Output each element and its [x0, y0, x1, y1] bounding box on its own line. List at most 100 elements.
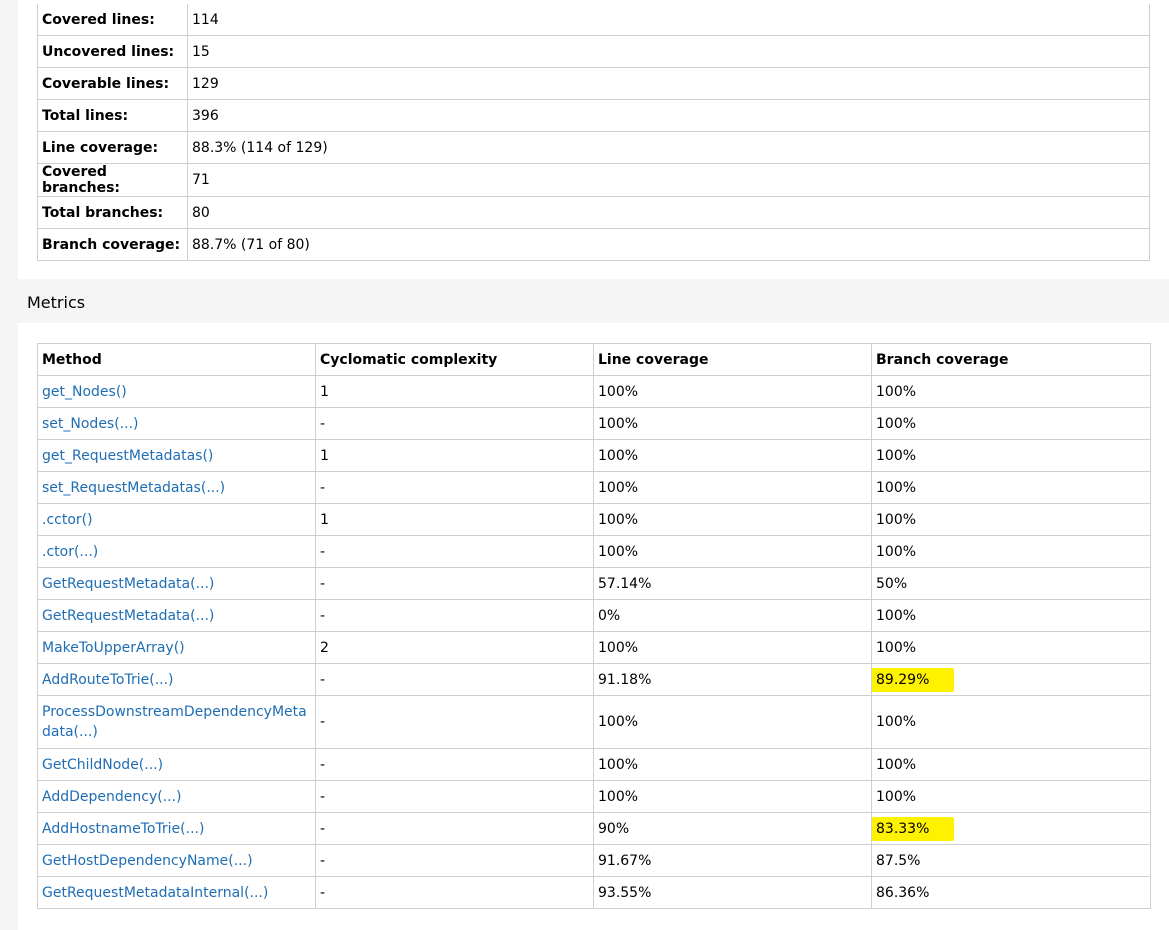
complexity-cell: - — [315, 780, 594, 813]
metrics-section-title: Metrics — [27, 293, 86, 312]
line-coverage-cell: 100% — [593, 439, 872, 472]
line-coverage-cell: 91.18% — [593, 663, 872, 696]
method-link[interactable]: .ctor(...) — [42, 544, 98, 560]
branch-coverage-cell: 100% — [871, 535, 1151, 568]
complexity-cell: - — [315, 471, 594, 504]
line-coverage-cell: 100% — [593, 748, 872, 781]
table-row: Uncovered lines: 15 — [37, 35, 1150, 68]
summary-key: Branch coverage: — [37, 228, 188, 261]
complexity-cell: - — [315, 407, 594, 440]
method-link[interactable]: get_Nodes() — [42, 384, 127, 400]
complexity-cell: 1 — [315, 439, 594, 472]
summary-key: Line coverage: — [37, 131, 188, 164]
summary-value: 80 — [187, 196, 1150, 229]
summary-value: 15 — [187, 35, 1150, 68]
branch-coverage-cell: 100% — [871, 695, 1151, 749]
complexity-cell: - — [315, 876, 594, 909]
method-link[interactable]: MakeToUpperArray() — [42, 640, 185, 656]
summary-key: Uncovered lines: — [37, 35, 188, 68]
highlighted-branch-coverage: 89.29% — [872, 667, 955, 692]
column-header-line-coverage: Line coverage — [593, 343, 872, 376]
column-header-branch-coverage: Branch coverage — [871, 343, 1151, 376]
table-row: Coverable lines: 129 — [37, 67, 1150, 100]
table-row: AddDependency(...) - 100% 100% — [37, 780, 1151, 813]
table-row: Branch coverage: 88.7% (71 of 80) — [37, 228, 1150, 261]
line-coverage-cell: 0% — [593, 599, 872, 632]
summary-value: 71 — [187, 163, 1150, 197]
method-link[interactable]: GetChildNode(...) — [42, 757, 163, 773]
summary-key: Covered lines: — [37, 4, 188, 36]
table-row: .cctor() 1 100% 100% — [37, 503, 1151, 536]
summary-table: Covered lines: 114 Uncovered lines: 15 Cov… — [37, 4, 1150, 261]
table-row: GetRequestMetadataInternal(...) - 93.55%… — [37, 876, 1151, 909]
method-link[interactable]: AddDependency(...) — [42, 789, 182, 805]
table-row: GetRequestMetadata(...) - 57.14% 50% — [37, 567, 1151, 600]
table-row: set_RequestMetadatas(...) - 100% 100% — [37, 471, 1151, 504]
line-coverage-cell: 100% — [593, 631, 872, 664]
table-row: AddHostnameToTrie(...) - 90% 83.33% — [37, 812, 1151, 845]
summary-value: 88.7% (71 of 80) — [187, 228, 1150, 261]
table-row: AddRouteToTrie(...) - 91.18% 89.29% — [37, 663, 1151, 696]
branch-coverage-cell: 100% — [871, 503, 1151, 536]
table-row: Line coverage: 88.3% (114 of 129) — [37, 131, 1150, 164]
summary-key: Covered branches: — [37, 163, 188, 197]
complexity-cell: 1 — [315, 375, 594, 408]
method-link[interactable]: GetRequestMetadata(...) — [42, 608, 214, 624]
highlighted-branch-coverage: 83.33% — [872, 816, 955, 841]
method-link[interactable]: GetHostDependencyName(...) — [42, 853, 253, 869]
metrics-table: Method Cyclomatic complexity Line covera… — [37, 343, 1151, 909]
line-coverage-cell: 57.14% — [593, 567, 872, 600]
method-link[interactable]: GetRequestMetadataInternal(...) — [42, 885, 268, 901]
line-coverage-cell: 100% — [593, 535, 872, 568]
summary-value: 129 — [187, 67, 1150, 100]
complexity-cell: - — [315, 567, 594, 600]
branch-coverage-cell: 87.5% — [871, 844, 1151, 877]
table-row: MakeToUpperArray() 2 100% 100% — [37, 631, 1151, 664]
line-coverage-cell: 91.67% — [593, 844, 872, 877]
table-header-row: Method Cyclomatic complexity Line covera… — [37, 343, 1151, 376]
table-row: ProcessDownstreamDependencyMetadata(...)… — [37, 695, 1151, 749]
complexity-cell: - — [315, 695, 594, 749]
branch-coverage-cell: 100% — [871, 375, 1151, 408]
complexity-cell: - — [315, 748, 594, 781]
branch-coverage-cell: 50% — [871, 567, 1151, 600]
line-coverage-cell: 100% — [593, 695, 872, 749]
branch-coverage-cell: 86.36% — [871, 876, 1151, 909]
method-link[interactable]: AddHostnameToTrie(...) — [42, 821, 204, 837]
complexity-cell: - — [315, 599, 594, 632]
branch-coverage-cell: 100% — [871, 631, 1151, 664]
table-row: get_Nodes() 1 100% 100% — [37, 375, 1151, 408]
summary-key: Total branches: — [37, 196, 188, 229]
branch-coverage-cell: 100% — [871, 407, 1151, 440]
method-link[interactable]: set_RequestMetadatas(...) — [42, 480, 225, 496]
method-link[interactable]: AddRouteToTrie(...) — [42, 672, 174, 688]
method-link[interactable]: ProcessDownstreamDependencyMetadata(...) — [42, 704, 307, 740]
branch-coverage-cell: 100% — [871, 599, 1151, 632]
column-header-complexity: Cyclomatic complexity — [315, 343, 594, 376]
method-link[interactable]: get_RequestMetadatas() — [42, 448, 213, 464]
table-row: GetChildNode(...) - 100% 100% — [37, 748, 1151, 781]
branch-coverage-cell: 100% — [871, 748, 1151, 781]
table-row: get_RequestMetadatas() 1 100% 100% — [37, 439, 1151, 472]
method-link[interactable]: set_Nodes(...) — [42, 416, 139, 432]
method-link[interactable]: GetRequestMetadata(...) — [42, 576, 214, 592]
method-link[interactable]: .cctor() — [42, 512, 93, 528]
line-coverage-cell: 100% — [593, 780, 872, 813]
summary-value: 88.3% (114 of 129) — [187, 131, 1150, 164]
line-coverage-cell: 93.55% — [593, 876, 872, 909]
summary-key: Total lines: — [37, 99, 188, 132]
branch-coverage-cell: 83.33% — [871, 812, 1151, 845]
branch-coverage-cell: 89.29% — [871, 663, 1151, 696]
summary-key: Coverable lines: — [37, 67, 188, 100]
line-coverage-cell: 100% — [593, 503, 872, 536]
summary-value: 114 — [187, 4, 1150, 36]
table-row: .ctor(...) - 100% 100% — [37, 535, 1151, 568]
table-row: Total lines: 396 — [37, 99, 1150, 132]
branch-coverage-cell: 100% — [871, 439, 1151, 472]
table-row: set_Nodes(...) - 100% 100% — [37, 407, 1151, 440]
line-coverage-cell: 100% — [593, 471, 872, 504]
branch-coverage-cell: 100% — [871, 780, 1151, 813]
table-row: GetRequestMetadata(...) - 0% 100% — [37, 599, 1151, 632]
column-header-method: Method — [37, 343, 316, 376]
table-row: Covered branches: 71 — [37, 163, 1150, 197]
